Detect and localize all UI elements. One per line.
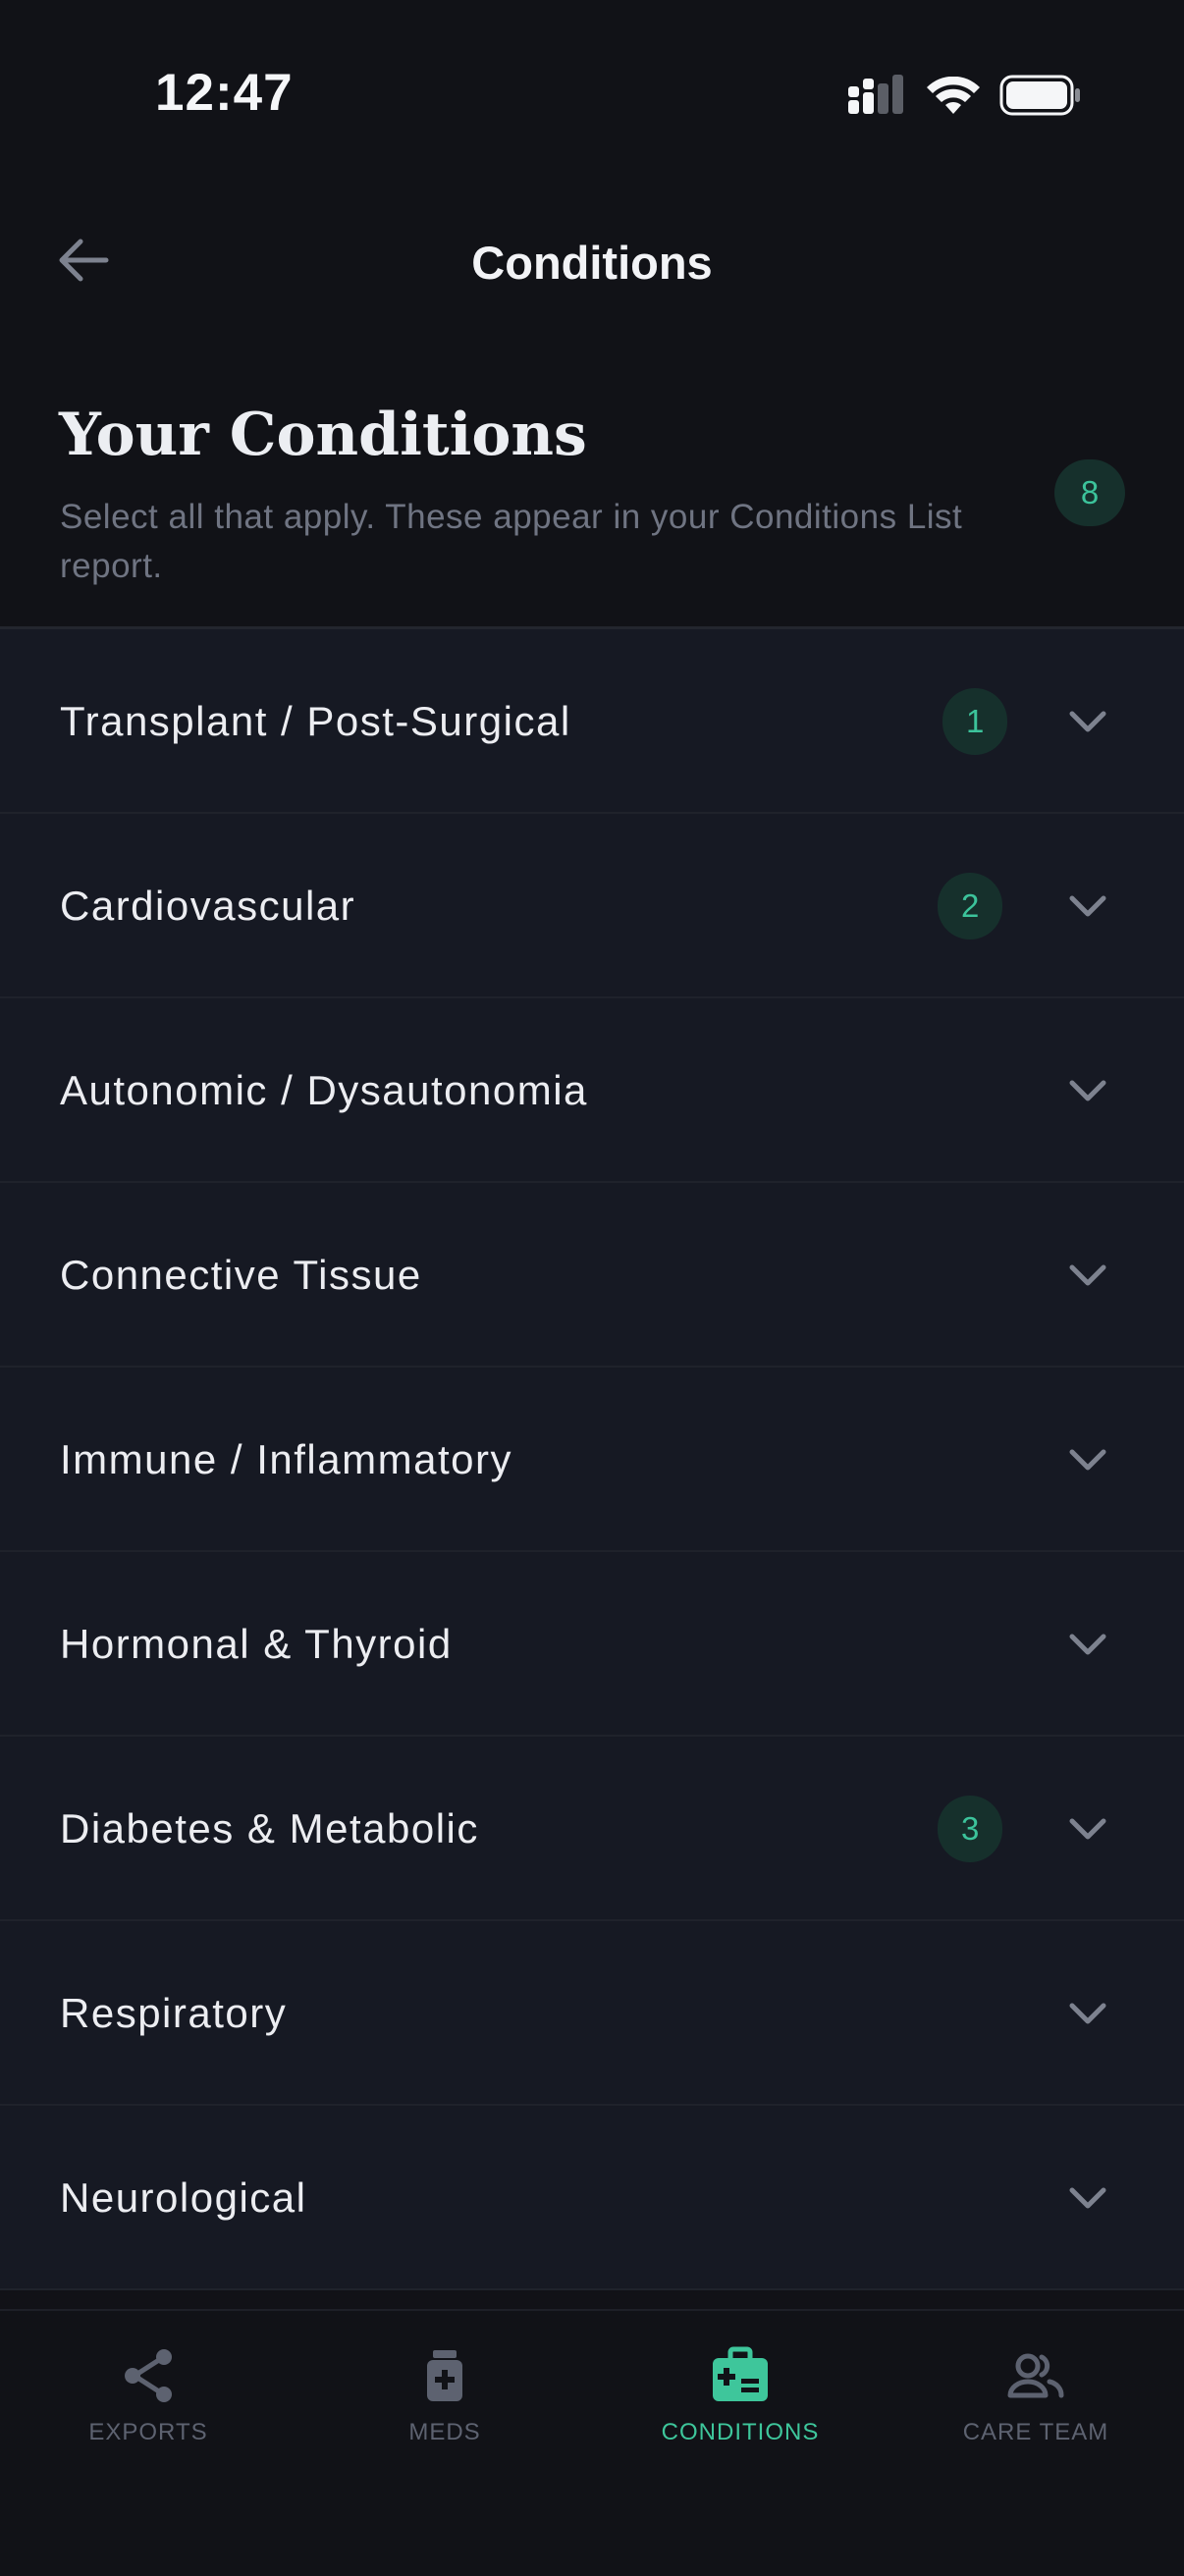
category-row-diabetes[interactable]: Diabetes & Metabolic 3 bbox=[0, 1737, 1184, 1921]
tab-label: CONDITIONS bbox=[661, 2419, 820, 2445]
category-row-neurological[interactable]: Neurological bbox=[0, 2106, 1184, 2290]
category-label: Cardiovascular bbox=[60, 883, 356, 929]
category-row-autonomic[interactable]: Autonomic / Dysautonomia bbox=[0, 998, 1184, 1183]
bottom-tab-bar: EXPORTS MEDS CONDITIONS CARE TEAM bbox=[0, 2309, 1184, 2576]
wifi-icon bbox=[927, 77, 980, 114]
chevron-down-icon bbox=[1069, 711, 1106, 732]
page-title: Your Conditions bbox=[59, 401, 587, 469]
tab-label: MEDS bbox=[408, 2419, 481, 2445]
status-bar: 12:47 bbox=[0, 0, 1184, 187]
selected-count-badge: 8 bbox=[1054, 459, 1125, 526]
tab-label: EXPORTS bbox=[88, 2419, 208, 2445]
navigation-bar: Conditions bbox=[0, 196, 1184, 334]
nav-title: Conditions bbox=[471, 237, 713, 289]
chevron-down-icon bbox=[1069, 1818, 1106, 1840]
medical-kit-icon bbox=[713, 2346, 768, 2401]
battery-icon bbox=[999, 75, 1080, 116]
category-label: Neurological bbox=[60, 2174, 307, 2221]
category-label: Transplant / Post-Surgical bbox=[60, 698, 571, 744]
chevron-down-icon bbox=[1069, 2003, 1106, 2024]
category-count-badge: 1 bbox=[942, 688, 1008, 755]
category-row-transplant[interactable]: Transplant / Post-Surgical 1 bbox=[0, 629, 1184, 814]
category-label: Immune / Inflammatory bbox=[60, 1436, 512, 1482]
people-icon bbox=[1007, 2353, 1064, 2398]
chevron-down-icon bbox=[1069, 895, 1106, 917]
category-row-connective-tissue[interactable]: Connective Tissue bbox=[0, 1183, 1184, 1368]
category-label: Connective Tissue bbox=[60, 1252, 422, 1298]
category-row-cardiovascular[interactable]: Cardiovascular 2 bbox=[0, 814, 1184, 998]
category-label: Hormonal & Thyroid bbox=[60, 1621, 453, 1667]
chevron-down-icon bbox=[1069, 1634, 1106, 1655]
category-row-immune[interactable]: Immune / Inflammatory bbox=[0, 1368, 1184, 1552]
chevron-down-icon bbox=[1069, 2187, 1106, 2209]
pill-bottle-icon bbox=[427, 2350, 462, 2401]
conditions-header: Your Conditions Select all that apply. T… bbox=[0, 383, 1184, 628]
chevron-down-icon bbox=[1069, 1264, 1106, 1286]
status-time: 12:47 bbox=[155, 64, 294, 122]
chevron-down-icon bbox=[1069, 1449, 1106, 1471]
chevron-down-icon bbox=[1069, 1080, 1106, 1101]
tab-meds[interactable]: MEDS bbox=[296, 2311, 593, 2507]
page-subtitle: Select all that apply. These appear in y… bbox=[60, 498, 963, 585]
tab-conditions[interactable]: CONDITIONS bbox=[592, 2311, 888, 2507]
category-label: Diabetes & Metabolic bbox=[60, 1805, 479, 1852]
category-label: Respiratory bbox=[60, 1990, 288, 2036]
category-row-respiratory[interactable]: Respiratory bbox=[0, 1921, 1184, 2106]
category-count-badge: 2 bbox=[938, 873, 1003, 939]
cellular-signal-icon bbox=[848, 75, 903, 114]
share-icon bbox=[125, 2349, 172, 2402]
category-row-hormonal[interactable]: Hormonal & Thyroid bbox=[0, 1552, 1184, 1737]
tab-exports[interactable]: EXPORTS bbox=[0, 2311, 296, 2507]
category-label: Autonomic / Dysautonomia bbox=[60, 1067, 588, 1113]
tab-label: CARE TEAM bbox=[962, 2419, 1109, 2445]
category-count-badge: 3 bbox=[938, 1796, 1003, 1862]
category-list: Transplant / Post-Surgical 1 Cardiovascu… bbox=[0, 629, 1184, 2290]
tab-care-team[interactable]: CARE TEAM bbox=[888, 2311, 1184, 2507]
